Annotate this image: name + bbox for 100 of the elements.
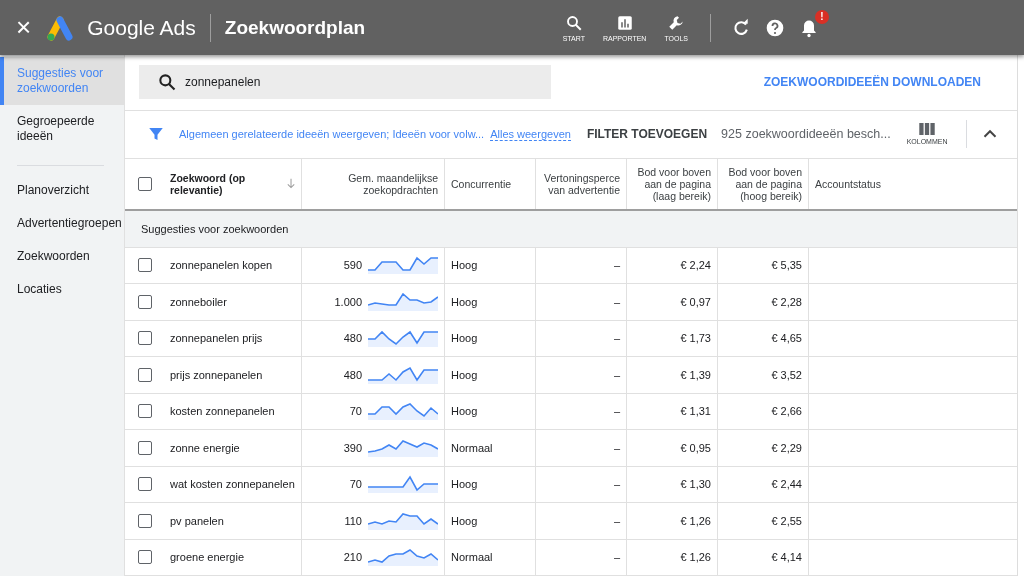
bar-chart-icon [615, 13, 634, 32]
table-cell: € 4,14 [771, 551, 802, 564]
table-cell: Hoog [451, 295, 478, 308]
table-cell: – [613, 295, 620, 308]
search-icon [564, 13, 583, 32]
table-cell: Hoog [451, 478, 478, 491]
notification-badge: ! [815, 9, 829, 24]
sidebar-item[interactable]: Planoverzicht [0, 174, 124, 207]
keyword-count: 925 zoekwoordideeën besch... [721, 127, 891, 142]
table-cell: € 3,52 [771, 368, 802, 381]
select-all-checkbox[interactable] [137, 176, 152, 191]
table-cell: – [613, 259, 620, 272]
download-button[interactable]: ZOEKWOORDIDEEËN DOWNLOADEN [757, 74, 987, 91]
filter-summary[interactable]: Algemeen gerelateerde ideeën weergeven; Ideeën voor volw... [179, 128, 485, 141]
column-header[interactable]: Concurrentie [451, 177, 512, 190]
table-cell: € 2,24 [680, 259, 711, 272]
trend-sparkline [368, 511, 438, 530]
sidebar-item[interactable]: Gegroepeerde ideeën [0, 105, 124, 153]
table-cell: 1.000 [334, 295, 362, 308]
column-header[interactable]: Accountstatus [815, 177, 881, 190]
table-cell: prijs zonnepanelen [170, 368, 263, 381]
row-checkbox[interactable] [137, 440, 152, 455]
row-checkbox[interactable] [137, 513, 152, 528]
table-cell: – [613, 514, 620, 527]
table-cell: Normaal [451, 551, 493, 564]
trend-sparkline [368, 365, 438, 384]
table-cell: € 2,66 [771, 405, 802, 418]
table-cell: € 0,95 [680, 441, 711, 454]
trend-sparkline [368, 475, 438, 494]
table-cell: € 4,65 [771, 332, 802, 345]
table-cell: groene energie [170, 551, 244, 564]
table-cell: € 2,28 [771, 295, 802, 308]
sidebar-item[interactable]: Locaties [0, 273, 124, 306]
table-cell: – [613, 368, 620, 381]
table-cell: zonne energie [170, 441, 240, 454]
column-header[interactable]: Vertoningsperce van advertentie [542, 171, 620, 196]
table-cell: Hoog [451, 332, 478, 345]
table-cell: € 1,31 [680, 405, 711, 418]
page-title: Zoekwoordplan [224, 16, 366, 39]
refresh-icon[interactable] [731, 17, 751, 38]
close-button[interactable]: × [12, 12, 36, 43]
table-cell: Hoog [451, 514, 478, 527]
table-cell: 210 [343, 551, 362, 564]
help-icon[interactable] [765, 17, 785, 38]
table-cell: 70 [349, 478, 362, 491]
table-cell: 590 [343, 259, 362, 272]
table-cell: 110 [344, 514, 362, 527]
table-cell: Hoog [451, 368, 478, 381]
trend-sparkline [368, 438, 438, 457]
trend-sparkline [368, 548, 438, 567]
trend-sparkline [368, 402, 438, 421]
table-cell: pv panelen [170, 514, 224, 527]
row-checkbox[interactable] [137, 367, 152, 382]
table-cell: zonneboiler [170, 295, 227, 308]
row-checkbox[interactable] [137, 550, 152, 565]
table-cell: Hoog [451, 259, 478, 272]
table-cell: 390 [343, 441, 362, 454]
row-checkbox[interactable] [137, 294, 152, 309]
table-cell: € 2,55 [771, 514, 802, 527]
trend-sparkline [368, 256, 438, 275]
sidebar-item[interactable]: Advertentiegroepen [0, 207, 124, 240]
table-cell: € 0,97 [680, 295, 711, 308]
table-cell: € 1,73 [680, 332, 711, 345]
row-checkbox[interactable] [137, 477, 152, 492]
row-checkbox[interactable] [137, 331, 152, 346]
table-cell: kosten zonnepanelen [170, 405, 275, 418]
table-cell: € 5,35 [771, 259, 802, 272]
show-all-link[interactable]: Alles weergeven [490, 127, 571, 141]
table-cell: € 2,29 [771, 441, 802, 454]
table-cell: 480 [343, 332, 362, 345]
search-field[interactable]: zonnepanelen [139, 65, 551, 100]
column-header[interactable]: Bod voor boven aan de pagina (laag bereik) [633, 165, 711, 202]
column-header[interactable]: Zoekwoord (op relevantie) [170, 171, 287, 196]
table-cell: € 2,44 [771, 478, 802, 491]
section-header: Suggesties voor zoekwoorden [125, 210, 1017, 248]
table-cell: zonnepanelen kopen [170, 259, 273, 272]
table-cell: € 1,30 [680, 478, 711, 491]
add-filter-button[interactable]: FILTER TOEVOEGEN [580, 126, 714, 143]
table-cell: Hoog [451, 405, 478, 418]
table-cell: zonnepanelen prijs [170, 332, 263, 345]
table-cell: 480 [343, 368, 362, 381]
table-cell: – [613, 551, 620, 564]
column-header[interactable]: Bod voor boven aan de pagina (hoog bereik) [724, 165, 802, 202]
search-icon [157, 72, 177, 93]
table-cell: – [613, 478, 620, 491]
table-cell: – [613, 441, 620, 454]
column-header[interactable]: Gem. maandelijkse zoekopdrachten [308, 171, 438, 196]
trend-sparkline [368, 292, 438, 311]
row-checkbox[interactable] [137, 404, 152, 419]
table-cell: € 1,26 [680, 551, 711, 564]
table-cell: € 1,26 [680, 514, 711, 527]
table-cell: – [613, 405, 620, 418]
table-cell: Normaal [451, 441, 493, 454]
trend-sparkline [368, 329, 438, 348]
brand-name: Google Ads [87, 15, 196, 40]
table-cell: 70 [349, 405, 362, 418]
sidebar-item[interactable]: Zoekwoorden [0, 240, 124, 273]
table-cell: € 1,39 [680, 368, 711, 381]
table-cell: wat kosten zonnepanelen [170, 478, 295, 491]
row-checkbox[interactable] [137, 258, 152, 273]
